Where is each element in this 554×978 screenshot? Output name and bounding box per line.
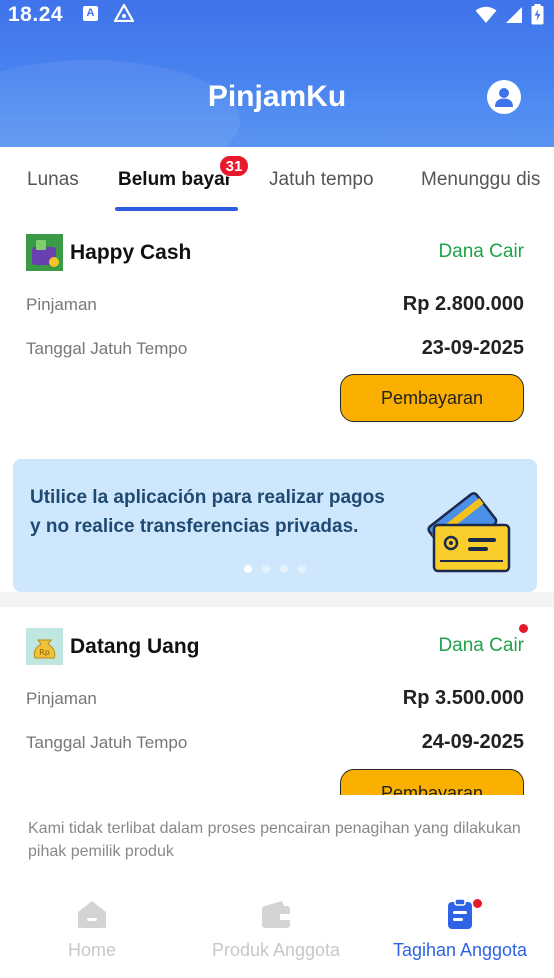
banner-dot[interactable] <box>280 565 288 573</box>
disclaimer-text: Kami tidak terlibat dalam proses pencair… <box>28 820 521 860</box>
nav-tagihan-anggota[interactable]: Tagihan Anggota <box>368 885 552 978</box>
status-tabs: Lunas Belum bayar Jatuh tempo Menunggu d… <box>0 147 554 213</box>
due-date-label: Tanggal Jatuh Tempo <box>26 339 188 358</box>
tab-menunggu[interactable]: Menunggu dis <box>421 169 540 191</box>
tab-belum-bayar[interactable]: Belum bayar <box>118 169 232 191</box>
signal-icon <box>506 6 522 23</box>
banner-text: Utilice la aplicación para realizar pago… <box>30 487 385 537</box>
banner-pagination <box>244 565 306 573</box>
status-bar: 18.24 A <box>0 0 554 30</box>
app-header: 18.24 A PinjamKu <box>0 0 554 147</box>
user-icon <box>495 88 513 107</box>
profile-button[interactable] <box>487 80 521 114</box>
app-notification-icon: A <box>83 6 98 21</box>
tab-jatuh-tempo[interactable]: Jatuh tempo <box>269 169 374 191</box>
active-tab-indicator <box>115 207 238 211</box>
wallet-icon <box>262 901 290 928</box>
amount-label: Pinjaman <box>26 689 97 708</box>
banner-dot[interactable] <box>244 565 252 573</box>
unpaid-count-badge: 31 <box>219 155 249 177</box>
nav-produk-anggota[interactable]: Produk Anggota <box>184 885 368 978</box>
bottom-navigation: Home Produk Anggota Tagihan Anggota <box>0 885 554 978</box>
section-divider <box>0 592 554 607</box>
payment-button[interactable]: Pembayaran <box>340 769 524 795</box>
nav-produk-label: Produk Anggota <box>211 940 341 960</box>
banner-dot[interactable] <box>262 565 270 573</box>
loan-name: Datang Uang <box>70 635 200 658</box>
app-title: PinjamKu <box>207 80 347 113</box>
amount-label: Pinjaman <box>26 295 97 314</box>
loan-amount: Rp 2.800.000 <box>402 293 524 315</box>
happy-cash-logo <box>26 234 63 271</box>
banner-dot[interactable] <box>298 565 306 573</box>
loan-card: Happy Cash Dana Cair Pinjaman Rp 2.800.0… <box>0 213 554 459</box>
warning-triangle-icon <box>113 3 135 27</box>
wifi-icon <box>475 6 497 23</box>
loan-status: Dana Cair <box>438 241 524 262</box>
nav-notification-dot <box>473 899 482 908</box>
loan-status: Dana Cair <box>438 635 524 656</box>
payment-button[interactable]: Pembayaran <box>340 374 524 422</box>
status-indicators <box>475 4 544 25</box>
loan-amount: Rp 3.500.000 <box>402 687 524 709</box>
due-date-label: Tanggal Jatuh Tempo <box>26 733 188 752</box>
bill-icon <box>448 898 472 929</box>
home-icon <box>78 901 106 928</box>
status-time: 18.24 <box>8 3 64 26</box>
tab-lunas[interactable]: Lunas <box>27 169 79 191</box>
payment-card-icon <box>418 481 518 581</box>
nav-home-label: Home <box>67 940 116 960</box>
nav-tagihan-label: Tagihan Anggota <box>392 940 528 960</box>
disclaimer-section: Kami tidak terlibat dalam proses pencair… <box>0 795 554 885</box>
new-indicator-dot <box>519 624 528 633</box>
loan-card: Rp Datang Uang Dana Cair Pinjaman Rp 3.5… <box>0 607 554 795</box>
promo-banner[interactable]: Utilice la aplicación para realizar pago… <box>13 459 537 592</box>
svg-text:Rp: Rp <box>39 648 50 657</box>
loan-name: Happy Cash <box>70 241 192 264</box>
battery-icon <box>531 4 544 25</box>
due-date: 24-09-2025 <box>421 731 524 753</box>
datang-uang-logo: Rp <box>26 628 63 665</box>
due-date: 23-09-2025 <box>421 337 524 359</box>
nav-home[interactable]: Home <box>0 885 184 978</box>
